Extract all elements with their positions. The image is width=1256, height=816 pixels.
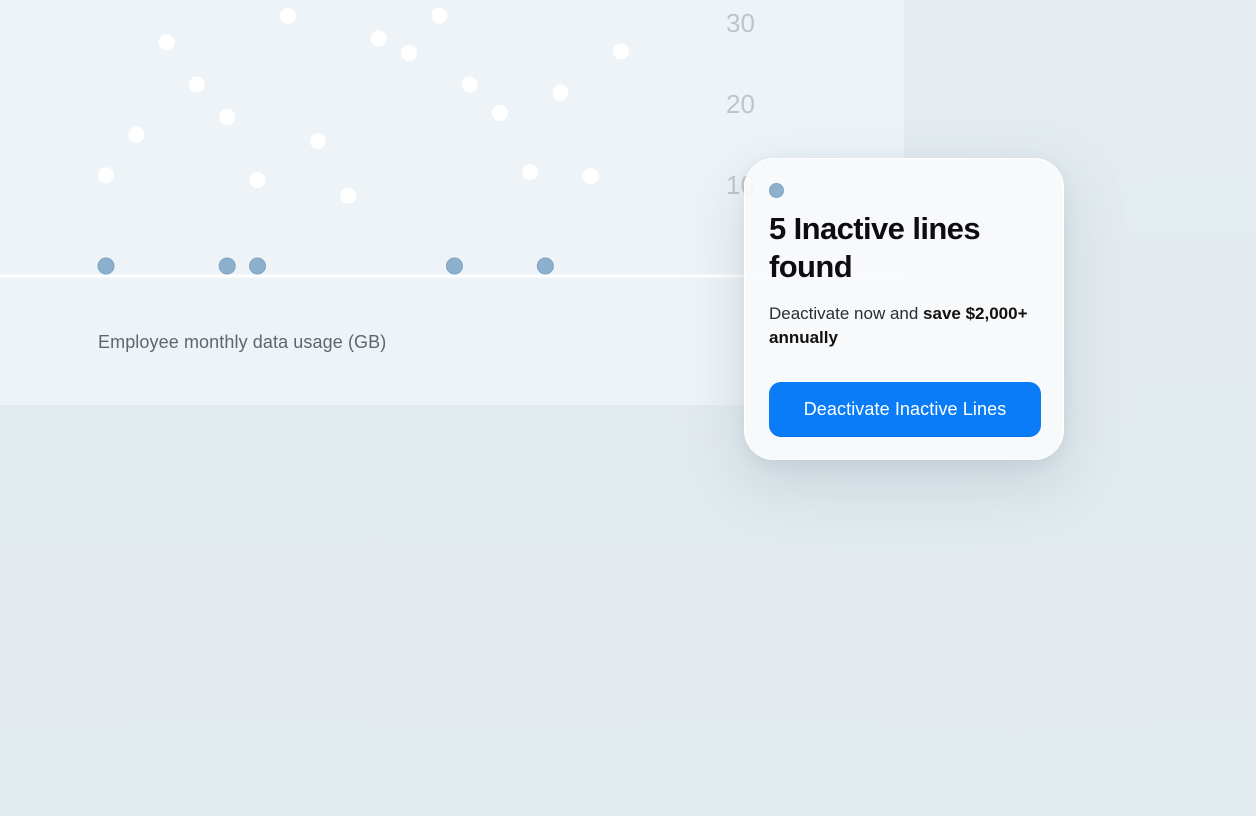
- inactive-indicator-dot: [769, 183, 784, 198]
- active-line-point: [219, 108, 236, 125]
- inactive-line-point: [249, 257, 266, 275]
- active-line-point: [370, 30, 387, 47]
- active-line-point: [98, 167, 114, 184]
- card-title: 5 Inactive lines found: [769, 211, 981, 284]
- active-line-point: [582, 168, 599, 185]
- y-tick-label: 20: [726, 89, 755, 119]
- inactive-points: [97, 257, 554, 275]
- inactive-line-point: [536, 257, 554, 275]
- active-line-point: [249, 172, 266, 189]
- active-line-point: [552, 84, 569, 101]
- y-tick-label: 30: [726, 8, 755, 38]
- card-description-text: Deactivate now and: [769, 304, 924, 323]
- chart-caption: Employee monthly data usage (GB): [98, 332, 387, 352]
- active-line-point: [522, 164, 539, 181]
- inactive-line-point: [218, 257, 236, 275]
- active-line-point: [613, 43, 630, 60]
- active-line-point: [431, 7, 448, 24]
- active-line-point: [128, 126, 145, 143]
- active-line-point: [188, 76, 205, 93]
- inactive-line-point: [97, 257, 115, 275]
- stage: 30 20 10 Employee monthly data usage (GB) …: [0, 0, 1256, 816]
- active-line-point: [340, 187, 357, 204]
- active-line-point: [158, 34, 175, 51]
- active-points: [98, 7, 630, 204]
- inactive-line-point: [445, 257, 463, 275]
- card-description: Deactivate now and save $2,000+ annually: [769, 302, 1039, 350]
- active-line-point: [491, 104, 508, 121]
- active-line-point: [401, 44, 417, 61]
- inactive-lines-card: 5 Inactive lines found Deactivate now an…: [744, 158, 1064, 460]
- active-line-point: [279, 7, 296, 24]
- deactivate-inactive-lines-button[interactable]: Deactivate Inactive Lines: [769, 382, 1041, 437]
- active-line-point: [461, 76, 478, 93]
- active-line-point: [310, 133, 327, 150]
